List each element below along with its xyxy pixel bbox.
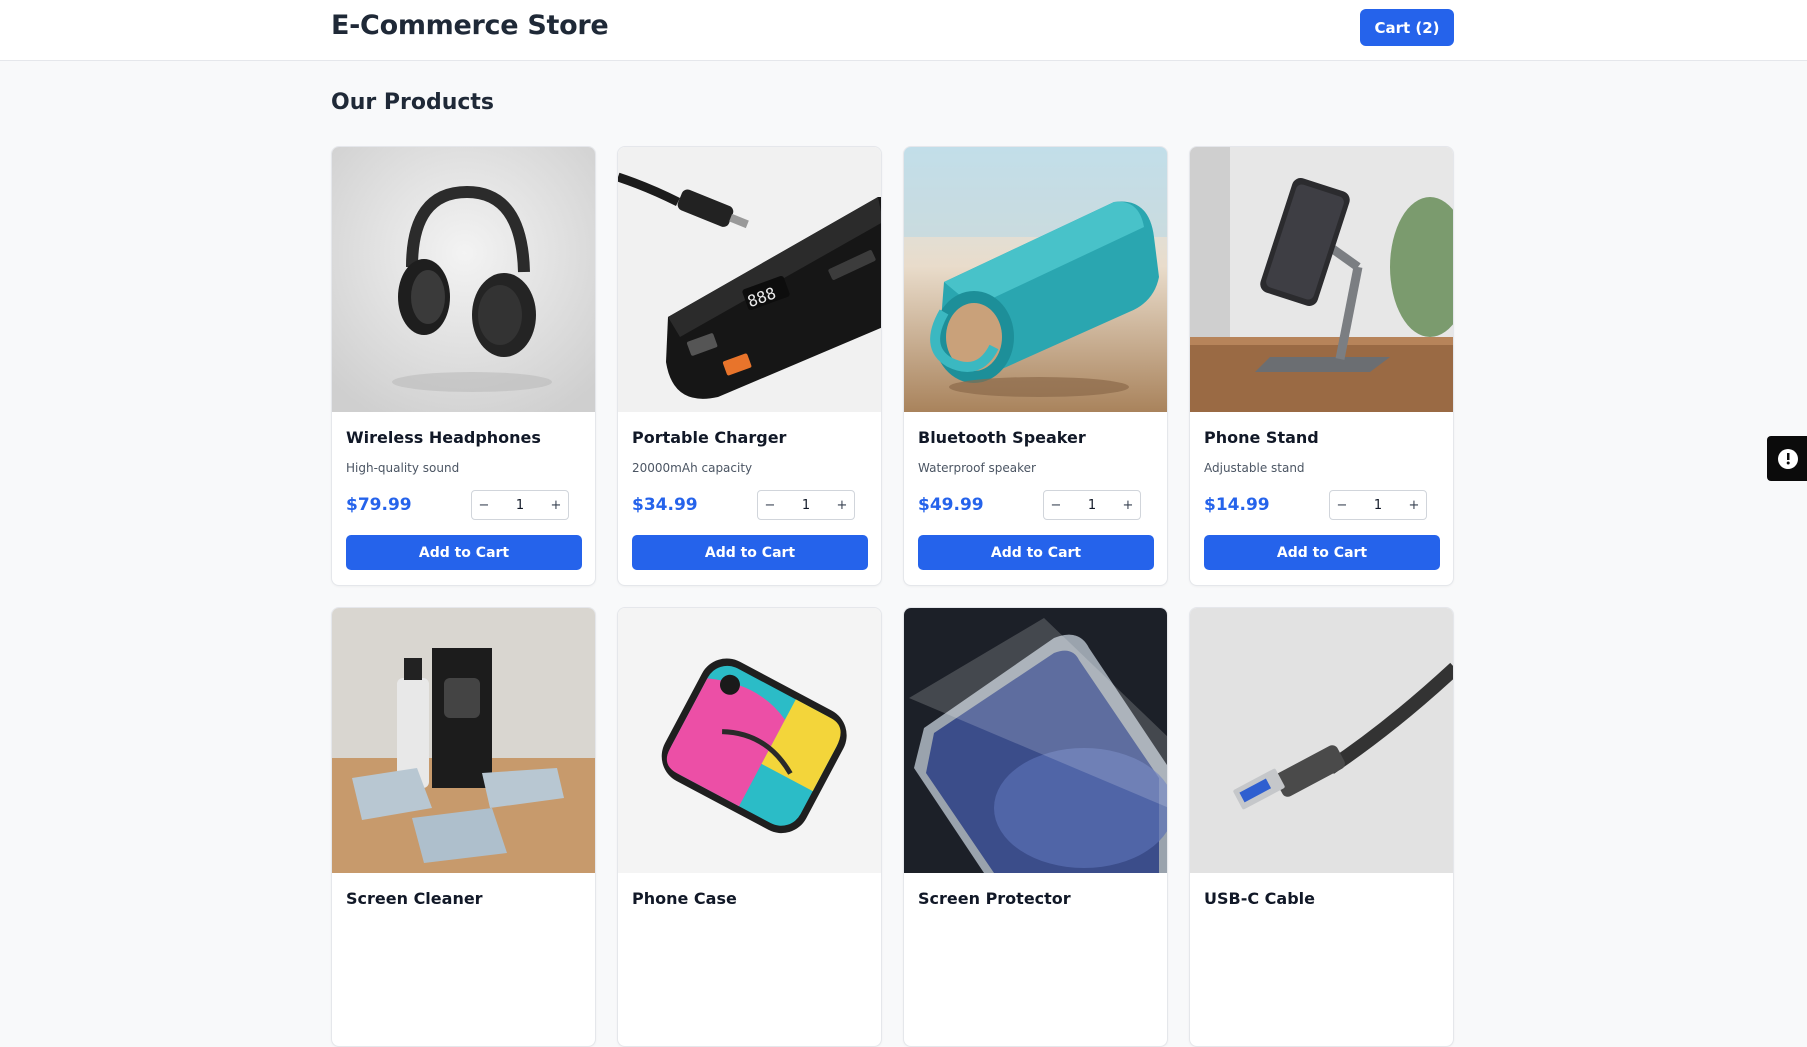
product-name: Phone Stand	[1204, 428, 1319, 447]
product-name: Bluetooth Speaker	[918, 428, 1086, 447]
product-grid: Wireless Headphones High-quality sound $…	[331, 146, 1455, 1047]
product-description: High-quality sound	[346, 461, 460, 475]
chat-icon	[1778, 449, 1798, 469]
product-name: Screen Protector	[918, 889, 1071, 908]
section-title: Our Products	[331, 90, 495, 115]
speaker-image	[904, 147, 1167, 412]
add-to-cart-button[interactable]: Add to Cart	[346, 535, 582, 570]
increment-button[interactable]: +	[1402, 491, 1426, 519]
product-name: Wireless Headphones	[346, 428, 541, 447]
quantity-value[interactable]: 1	[1068, 498, 1116, 513]
power-bank-image: 888	[618, 147, 881, 412]
screen-cleaner-image	[332, 608, 595, 873]
product-name: USB-C Cable	[1204, 889, 1315, 908]
decrement-button[interactable]: −	[1044, 491, 1068, 519]
product-card: 888 Portable Charger 20000mAh capacity $…	[617, 146, 882, 586]
quantity-value[interactable]: 1	[782, 498, 830, 513]
increment-button[interactable]: +	[830, 491, 854, 519]
feedback-tab[interactable]	[1767, 436, 1807, 481]
product-name: Portable Charger	[632, 428, 787, 447]
product-name: Phone Case	[632, 889, 737, 908]
product-price: $49.99	[918, 495, 984, 515]
product-card: Bluetooth Speaker Waterproof speaker $49…	[903, 146, 1168, 586]
product-description: 20000mAh capacity	[632, 461, 753, 475]
screen-protector-image	[904, 608, 1167, 873]
increment-button[interactable]: +	[1116, 491, 1140, 519]
product-card: Phone Stand Adjustable stand $14.99 − 1 …	[1189, 146, 1454, 586]
product-price: $79.99	[346, 495, 412, 515]
product-description: Waterproof speaker	[918, 461, 1036, 475]
headphones-image	[332, 147, 595, 412]
quantity-stepper: − 1 +	[1329, 490, 1427, 520]
decrement-button[interactable]: −	[472, 491, 496, 519]
product-card: Screen Cleaner	[331, 607, 596, 1047]
quantity-stepper: − 1 +	[757, 490, 855, 520]
quantity-value[interactable]: 1	[496, 498, 544, 513]
usb-cable-image	[1190, 608, 1453, 873]
product-card: USB-C Cable	[1189, 607, 1454, 1047]
phone-case-image	[618, 608, 881, 873]
product-name: Screen Cleaner	[346, 889, 483, 908]
product-card: Screen Protector	[903, 607, 1168, 1047]
increment-button[interactable]: +	[544, 491, 568, 519]
decrement-button[interactable]: −	[758, 491, 782, 519]
phone-stand-image	[1190, 147, 1453, 412]
cart-button[interactable]: Cart (2)	[1360, 9, 1454, 46]
product-description: Adjustable stand	[1204, 461, 1305, 475]
quantity-stepper: − 1 +	[1043, 490, 1141, 520]
product-price: $14.99	[1204, 495, 1270, 515]
quantity-stepper: − 1 +	[471, 490, 569, 520]
product-card: Phone Case	[617, 607, 882, 1047]
add-to-cart-button[interactable]: Add to Cart	[632, 535, 868, 570]
product-price: $34.99	[632, 495, 698, 515]
add-to-cart-button[interactable]: Add to Cart	[918, 535, 1154, 570]
product-card: Wireless Headphones High-quality sound $…	[331, 146, 596, 586]
decrement-button[interactable]: −	[1330, 491, 1354, 519]
add-to-cart-button[interactable]: Add to Cart	[1204, 535, 1440, 570]
top-header: E-Commerce Store Cart (2)	[0, 0, 1807, 61]
store-title: E-Commerce Store	[331, 10, 609, 41]
quantity-value[interactable]: 1	[1354, 498, 1402, 513]
